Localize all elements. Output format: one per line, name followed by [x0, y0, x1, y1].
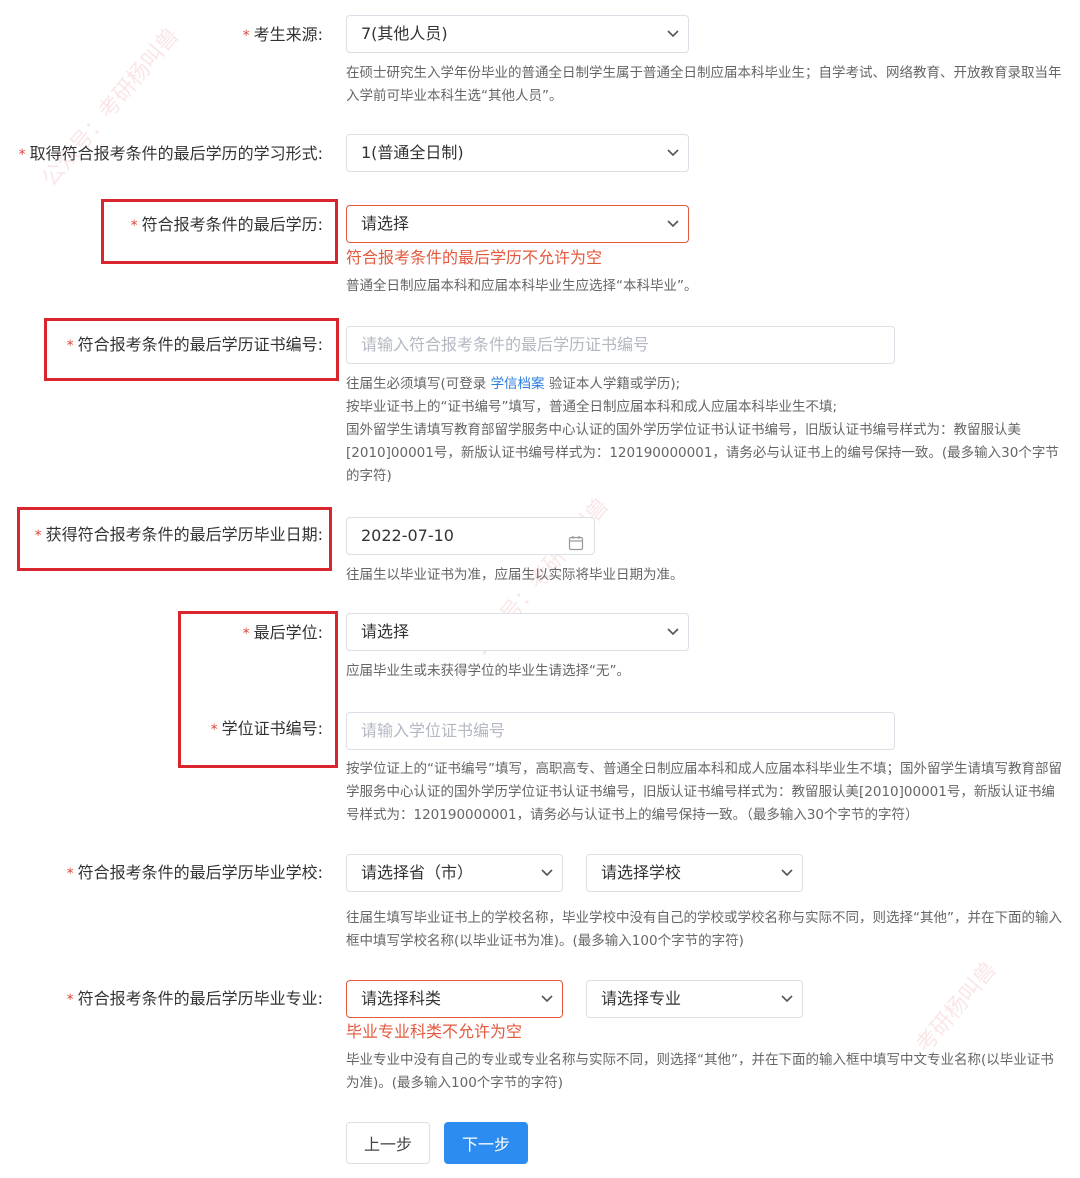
source-label: * 考生来源:	[242, 25, 323, 44]
last-edu-hint: 普通全日制应届本科和应届本科毕业生应选择“本科毕业”。	[346, 278, 698, 294]
cert-no-label: * 符合报考条件的最后学历证书编号:	[66, 335, 323, 354]
chevron-down-icon	[780, 981, 794, 1017]
grad-school-hint: 往届生填写毕业证书上的学校名称，毕业学校中没有自己的学校或学校名称与实际不同，则…	[346, 910, 1062, 949]
required-mark: *	[34, 528, 42, 544]
chevron-down-icon	[540, 855, 554, 891]
grad-major-hint: 毕业专业中没有自己的专业或专业名称与实际不同，则选择“其他”，并在下面的输入框中…	[346, 1052, 1054, 1091]
cert-no-hint: 往届生必须填写(可登录 学信档案 验证本人学籍或学历); 按毕业证书上的“证书编…	[346, 376, 1059, 484]
degree-select[interactable]: 请选择	[346, 613, 689, 651]
last-edu-label: * 符合报考条件的最后学历:	[130, 215, 323, 234]
last-edu-error: 符合报考条件的最后学历不允许为空	[346, 248, 603, 267]
cert-no-input[interactable]: 请输入符合报考条件的最后学历证书编号	[346, 326, 895, 364]
study-form-select[interactable]: 1(普通全日制)	[346, 134, 689, 172]
calendar-icon[interactable]	[568, 528, 584, 551]
grad-major-label: * 符合报考条件的最后学历毕业专业:	[66, 989, 323, 1008]
degree-cert-input[interactable]: 请输入学位证书编号	[346, 712, 895, 750]
degree-label: * 最后学位:	[242, 623, 323, 642]
chevron-down-icon	[540, 981, 554, 1017]
required-mark: *	[18, 147, 26, 163]
required-mark: *	[66, 992, 74, 1008]
school-select[interactable]: 请选择学校	[586, 854, 803, 892]
chevron-down-icon	[666, 206, 680, 242]
required-mark: *	[66, 338, 74, 354]
grad-major-error: 毕业专业科类不允许为空	[346, 1022, 523, 1041]
major-category-select[interactable]: 请选择科类	[346, 980, 563, 1018]
study-form-label: * 取得符合报考条件的最后学历的学习形式:	[18, 144, 323, 163]
degree-cert-hint: 按学位证上的“证书编号”填写，高职高专、普通全日制应届本科和成人应届本科毕业生不…	[346, 761, 1062, 823]
watermark: 考研杨叫兽	[911, 957, 1002, 1058]
required-mark: *	[130, 218, 138, 234]
province-select[interactable]: 请选择省（市）	[346, 854, 563, 892]
xuexin-archive-link[interactable]: 学信档案	[491, 376, 545, 392]
grad-school-label: * 符合报考条件的最后学历毕业学校:	[66, 863, 323, 882]
chevron-down-icon	[780, 855, 794, 891]
chevron-down-icon	[666, 135, 680, 171]
required-mark: *	[242, 626, 250, 642]
source-select[interactable]: 7(其他人员)	[346, 15, 689, 53]
degree-cert-label: * 学位证书编号:	[210, 719, 323, 738]
next-button[interactable]: 下一步	[444, 1122, 528, 1164]
chevron-down-icon	[666, 16, 680, 52]
chevron-down-icon	[666, 614, 680, 650]
required-mark: *	[242, 28, 250, 44]
required-mark: *	[210, 722, 218, 738]
major-select[interactable]: 请选择专业	[586, 980, 803, 1018]
source-hint: 在硕士研究生入学年份毕业的普通全日制学生属于普通全日制应届本科毕业生；自学考试、…	[346, 65, 1062, 104]
grad-date-hint: 往届生以毕业证书为准，应届生以实际将毕业日期为准。	[346, 567, 684, 583]
last-edu-select[interactable]: 请选择	[346, 205, 689, 243]
prev-button[interactable]: 上一步	[346, 1122, 430, 1164]
degree-hint: 应届毕业生或未获得学位的毕业生请选择“无”。	[346, 663, 630, 679]
watermark: 公众号：考研杨叫兽	[37, 23, 185, 192]
grad-date-label: * 获得符合报考条件的最后学历毕业日期:	[34, 525, 323, 544]
grad-date-input[interactable]: 2022-07-10	[346, 517, 595, 555]
required-mark: *	[66, 866, 74, 882]
